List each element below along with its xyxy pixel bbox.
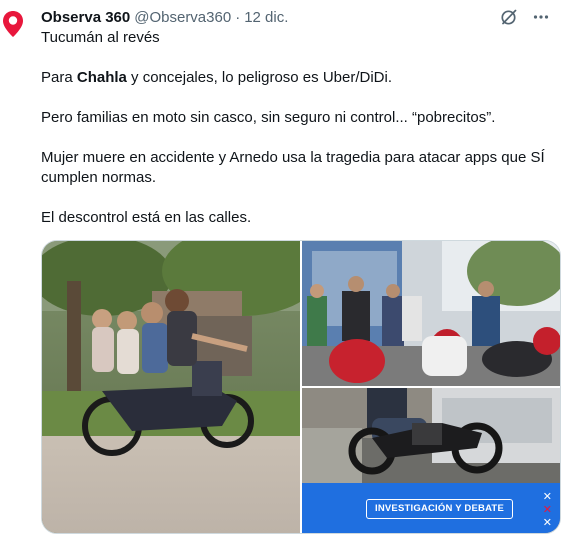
avatar[interactable] (2, 10, 24, 38)
tweet-line-3: Pero familias en moto sin casco, sin seg… (41, 109, 496, 126)
investigacion-banner: INVESTIGACIÓN Y DEBATE ✕ ✕ ✕ (302, 483, 560, 533)
motorcyclists-crowd-photo[interactable] (302, 241, 560, 386)
tweet-line-2: Para Chahla y concejales, lo peligroso e… (41, 68, 559, 88)
tweet-line-2-bold: Chahla (76, 69, 127, 86)
close-icon[interactable]: ✕ (543, 492, 552, 503)
media-grid: INVESTIGACIÓN Y DEBATE ✕ ✕ ✕ (41, 240, 561, 534)
author-handle[interactable]: @Observa360 (134, 9, 231, 26)
tweet-text: Tucumán al revés Para Chahla y concejale… (41, 28, 559, 248)
separator-dot: · (235, 8, 241, 26)
tweet-line-2-pre: Para (41, 69, 77, 86)
grok-icon[interactable] (499, 7, 519, 27)
more-icon[interactable] (531, 7, 551, 27)
tweet-line-2-post: y concejales, lo peligroso es Uber/DiDi. (126, 69, 392, 86)
tweet-line-5: El descontrol está en las calles. (41, 209, 252, 226)
motorcycle-street-photo[interactable]: INVESTIGACIÓN Y DEBATE ✕ ✕ ✕ (302, 388, 560, 533)
tweet-line-1: Tucumán al revés (41, 29, 160, 46)
header-actions (499, 6, 551, 28)
author-name[interactable]: Observa 360 (41, 9, 130, 26)
banner-label: INVESTIGACIÓN Y DEBATE (366, 499, 513, 519)
family-on-motorcycle-photo[interactable] (42, 241, 300, 533)
tweet-date[interactable]: 12 dic. (244, 9, 288, 26)
location-pin-logo-icon (3, 11, 23, 37)
close-icon-red: ✕ (542, 504, 552, 516)
tweet-header: Observa 360 @Observa360 · 12 dic. (41, 6, 551, 28)
tweet-line-4: Mujer muere en accidente y Arnedo usa la… (41, 149, 545, 186)
close-icon-bottom: ✕ (542, 517, 552, 529)
